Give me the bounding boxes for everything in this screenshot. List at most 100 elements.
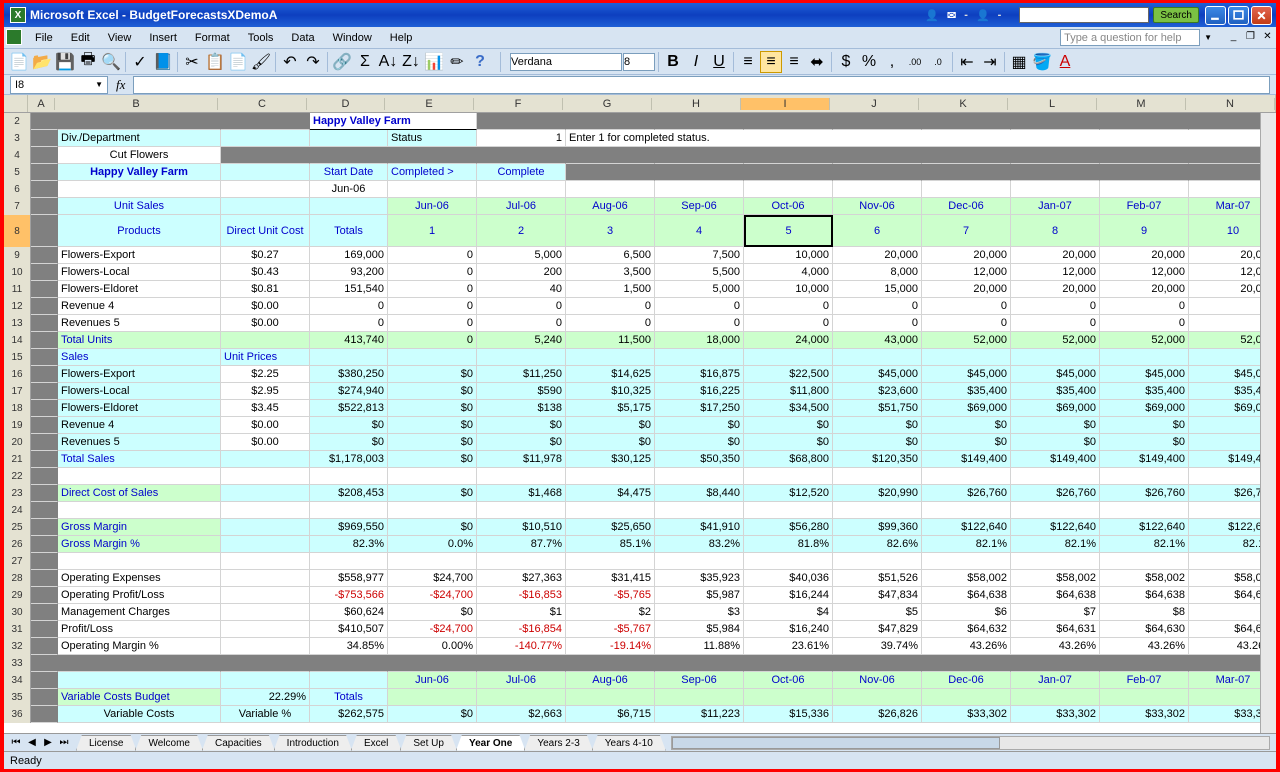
- row-header[interactable]: 7: [4, 198, 31, 215]
- cell[interactable]: [1011, 181, 1100, 198]
- sort-desc-icon[interactable]: Z↓: [400, 51, 422, 73]
- cell[interactable]: [31, 536, 58, 553]
- cell[interactable]: $2.25: [221, 366, 310, 383]
- cell[interactable]: 10,000: [744, 247, 833, 264]
- cell[interactable]: 5: [744, 215, 833, 247]
- col-header[interactable]: G: [563, 98, 652, 110]
- cell[interactable]: $0: [1011, 434, 1100, 451]
- cell[interactable]: [221, 468, 310, 485]
- cell[interactable]: 0: [922, 315, 1011, 332]
- search-input[interactable]: [1019, 7, 1149, 23]
- cell[interactable]: $16,244: [744, 587, 833, 604]
- cell[interactable]: -$24,700: [388, 587, 477, 604]
- redo-icon[interactable]: ↷: [302, 51, 324, 73]
- sheet-tab[interactable]: Excel: [351, 735, 401, 751]
- fill-color-button[interactable]: 🪣: [1031, 51, 1053, 73]
- cell[interactable]: $16,225: [655, 383, 744, 400]
- cell[interactable]: [310, 349, 388, 366]
- row-header[interactable]: 28: [4, 570, 31, 587]
- cell[interactable]: $30,125: [566, 451, 655, 468]
- cell[interactable]: $35,923: [655, 570, 744, 587]
- cell[interactable]: Dec-06: [922, 198, 1011, 215]
- cell[interactable]: [1100, 113, 1189, 130]
- cell[interactable]: $0: [1100, 417, 1189, 434]
- cell[interactable]: $33,302: [1100, 706, 1189, 723]
- sort-asc-icon[interactable]: A↓: [377, 51, 399, 73]
- cell[interactable]: 87.7%: [477, 536, 566, 553]
- cell[interactable]: [31, 247, 58, 264]
- font-name-select[interactable]: [510, 53, 622, 71]
- col-header[interactable]: D: [307, 98, 385, 110]
- cell[interactable]: 52,000: [1011, 332, 1100, 349]
- cell[interactable]: $969,550: [310, 519, 388, 536]
- row-header[interactable]: 24: [4, 502, 31, 519]
- cell[interactable]: Variable %: [221, 706, 310, 723]
- cell[interactable]: [221, 451, 310, 468]
- sheet-tab[interactable]: Years 2-3: [524, 735, 592, 751]
- row-header[interactable]: 31: [4, 621, 31, 638]
- row-header[interactable]: 17: [4, 383, 31, 400]
- cell[interactable]: $22,500: [744, 366, 833, 383]
- cell[interactable]: 0: [922, 298, 1011, 315]
- cell[interactable]: $0: [566, 417, 655, 434]
- cell[interactable]: $15,336: [744, 706, 833, 723]
- cell[interactable]: [655, 181, 744, 198]
- cell[interactable]: $0: [1011, 417, 1100, 434]
- cell[interactable]: Feb-07: [1100, 198, 1189, 215]
- cell[interactable]: 82.3%: [310, 536, 388, 553]
- cell[interactable]: $0: [922, 434, 1011, 451]
- cell[interactable]: 7,500: [655, 247, 744, 264]
- cell[interactable]: 10,000: [744, 281, 833, 298]
- cell[interactable]: [566, 164, 655, 181]
- cell[interactable]: $26,760: [922, 485, 1011, 502]
- cell[interactable]: 39.74%: [833, 638, 922, 655]
- sheet-tab[interactable]: Welcome: [135, 735, 203, 751]
- cell[interactable]: [31, 587, 58, 604]
- cell[interactable]: Oct-06: [744, 198, 833, 215]
- cell[interactable]: [31, 638, 58, 655]
- cell[interactable]: $68,800: [744, 451, 833, 468]
- drawing-icon[interactable]: ✏: [446, 51, 468, 73]
- cell[interactable]: [655, 164, 744, 181]
- cell[interactable]: $35,400: [1011, 383, 1100, 400]
- cell[interactable]: 52,000: [1100, 332, 1189, 349]
- cell[interactable]: 0: [477, 298, 566, 315]
- cell[interactable]: [31, 281, 58, 298]
- cell[interactable]: -$16,853: [477, 587, 566, 604]
- cell[interactable]: $64,631: [1011, 621, 1100, 638]
- cell[interactable]: [655, 502, 744, 519]
- cell[interactable]: Operating Margin %: [58, 638, 221, 655]
- cell[interactable]: $0: [310, 417, 388, 434]
- cell[interactable]: $69,000: [1011, 400, 1100, 417]
- cell[interactable]: [922, 655, 1011, 672]
- cell[interactable]: $11,978: [477, 451, 566, 468]
- cell[interactable]: [922, 147, 1011, 164]
- row-header[interactable]: 3: [4, 130, 31, 147]
- cell[interactable]: Operating Profit/Loss: [58, 587, 221, 604]
- cell[interactable]: 52,000: [922, 332, 1011, 349]
- cell[interactable]: $16,240: [744, 621, 833, 638]
- cell[interactable]: [655, 147, 744, 164]
- cell[interactable]: [655, 468, 744, 485]
- cell[interactable]: $25,650: [566, 519, 655, 536]
- cell[interactable]: [566, 147, 655, 164]
- cell[interactable]: $0: [388, 604, 477, 621]
- cell[interactable]: [477, 468, 566, 485]
- menu-data[interactable]: Data: [282, 30, 323, 46]
- font-size-select[interactable]: [623, 53, 655, 71]
- cell[interactable]: 3: [566, 215, 655, 247]
- cell[interactable]: [477, 689, 566, 706]
- name-box[interactable]: I8▼: [10, 76, 108, 94]
- cell[interactable]: [833, 689, 922, 706]
- menu-edit[interactable]: Edit: [62, 30, 99, 46]
- cell[interactable]: $0.00: [221, 434, 310, 451]
- tab-first-icon[interactable]: ⏮: [8, 736, 24, 750]
- cell[interactable]: $149,400: [922, 451, 1011, 468]
- cell[interactable]: [31, 553, 58, 570]
- cell[interactable]: Revenues 5: [58, 434, 221, 451]
- align-right-button[interactable]: ≡: [783, 51, 805, 73]
- cell[interactable]: $10,510: [477, 519, 566, 536]
- cell[interactable]: Jul-06: [477, 198, 566, 215]
- cell[interactable]: $0: [388, 383, 477, 400]
- cell[interactable]: [31, 383, 58, 400]
